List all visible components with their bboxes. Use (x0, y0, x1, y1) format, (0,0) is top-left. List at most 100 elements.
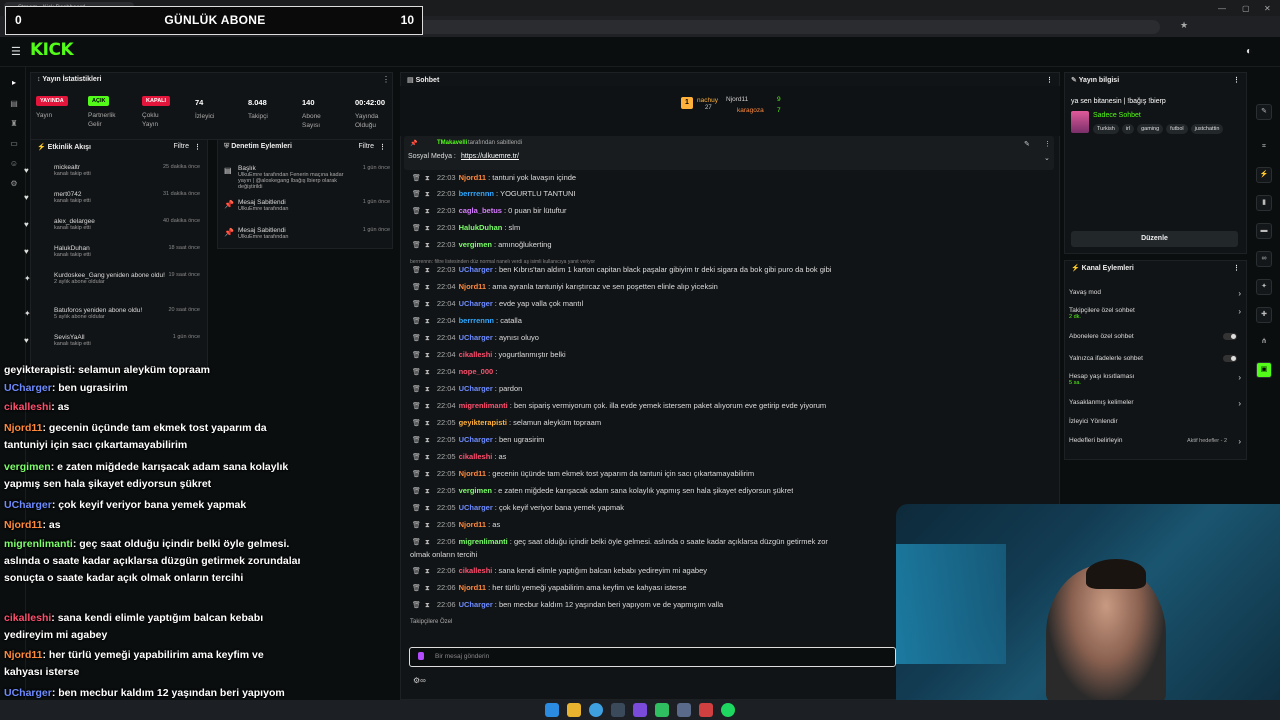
activity-item[interactable]: ♥ alex_delargee kanalı takip etti 40 dakika… (24, 218, 204, 231)
timeout-icon[interactable]: ⧗ (425, 352, 430, 359)
chat-message[interactable]: 🗑 ⧗ 22:04 nope_000: (412, 367, 497, 377)
account-icon[interactable]: ◐ (1246, 46, 1252, 57)
chat-message[interactable]: 🗑 ⧗ 22:03 berrrennn: YOGURTLU TANTUNI (412, 189, 576, 199)
minimize-icon[interactable]: — (1218, 4, 1226, 13)
timeout-icon[interactable]: ⧗ (425, 208, 430, 215)
timeout-icon[interactable]: ⧗ (425, 602, 430, 609)
message-user[interactable]: cagla_betus (459, 206, 502, 215)
bolt-tool-icon[interactable]: ⚡ (1256, 167, 1272, 183)
moderation-more-icon[interactable]: ⋮ (379, 143, 386, 151)
close-window-icon[interactable]: ✕ (1264, 4, 1271, 13)
chat-message[interactable]: 🗑 ⧗ 22:03 UCharger: ben Kıbrıs'tan aldım 1 … (412, 265, 831, 275)
activity-more-icon[interactable]: ⋮ (194, 143, 201, 151)
mic-icon[interactable] (418, 652, 424, 660)
activity-item[interactable]: ♥ HalukDuhan kanalı takip etti 18 saat önce (24, 245, 204, 258)
delete-message-icon[interactable]: 🗑 (412, 284, 421, 291)
chat-message[interactable]: 🗑 ⧗ 22:04 cikalleshi: yogurtlanmıştır belki (412, 350, 566, 360)
channel-action[interactable]: Hesap yaşı kısıtlaması 5 sa. › (1069, 373, 1241, 386)
delete-message-icon[interactable]: 🗑 (412, 267, 421, 274)
delete-message-icon[interactable]: 🗑 (412, 242, 421, 249)
pen-icon[interactable]: ✎ (1256, 104, 1272, 120)
activity-item[interactable]: ♥ mert0742 kanalı takip etti 31 dakika önce (24, 191, 204, 204)
channel-action[interactable]: Yasaklanmış kelimeler › (1069, 399, 1241, 408)
timeout-icon[interactable]: ⧗ (425, 585, 430, 592)
browser-icon[interactable] (589, 703, 603, 717)
timeout-icon[interactable]: ⧗ (425, 420, 430, 427)
activity-item[interactable]: ✦ Batuforos yeniden abone oldu! 5 aylık ab… (24, 307, 204, 320)
timeout-icon[interactable]: ⧗ (425, 284, 430, 291)
edit-button[interactable]: Düzenle (1071, 231, 1238, 247)
bookmark-star-icon[interactable]: ★ (1180, 20, 1188, 31)
chat-more-icon[interactable]: ⋮ (1046, 76, 1053, 84)
timeout-icon[interactable]: ⧗ (425, 505, 430, 512)
toggle-switch[interactable] (1223, 333, 1237, 340)
delete-message-icon[interactable]: 🗑 (412, 420, 421, 427)
wrench-icon[interactable]: ✚ (1256, 307, 1272, 323)
delete-message-icon[interactable]: 🗑 (412, 191, 421, 198)
community-icon[interactable]: ☺ (8, 159, 20, 171)
obs-icon[interactable] (699, 703, 713, 717)
delete-message-icon[interactable]: 🗑 (412, 369, 421, 376)
message-user[interactable]: UCharger (459, 384, 493, 393)
start-icon[interactable] (545, 703, 559, 717)
timeout-icon[interactable]: ⧗ (425, 267, 430, 274)
whatsapp-icon[interactable] (655, 703, 669, 717)
delete-message-icon[interactable]: 🗑 (412, 318, 421, 325)
message-user[interactable]: Njord11 (459, 173, 487, 182)
delete-message-icon[interactable]: 🗑 (412, 301, 421, 308)
delete-message-icon[interactable]: 🗑 (412, 352, 421, 359)
timeout-icon[interactable]: ⧗ (425, 386, 430, 393)
message-user[interactable]: vergimen (459, 486, 492, 495)
message-user[interactable]: cikalleshi (459, 350, 493, 359)
message-user[interactable]: UCharger (459, 600, 493, 609)
star-tool-icon[interactable]: ✦ (1256, 279, 1272, 295)
category-name[interactable]: Sadece Sohbet (1093, 112, 1141, 119)
chat-message[interactable]: 🗑 ⧗ 22:06 migrenlimanti: geç saat olduğu iç… (412, 537, 828, 547)
chat-message[interactable]: 🗑 ⧗ 22:04 UCharger: aynısı oluyo (412, 333, 539, 343)
chat-input[interactable]: Bir mesaj gönderin (409, 647, 896, 667)
timeout-icon[interactable]: ⧗ (425, 175, 430, 182)
chat-message[interactable]: 🗑 ⧗ 22:03 Njord11: tantuni yok lavaşın için… (412, 173, 576, 183)
settings-icon[interactable]: ⚙ (8, 179, 20, 191)
message-user[interactable]: vergimen (459, 240, 492, 249)
message-user[interactable]: nope_000 (459, 367, 494, 376)
menu-icon[interactable]: ☰ (11, 45, 21, 58)
delete-message-icon[interactable]: 🗑 (412, 208, 421, 215)
scan-icon[interactable]: ⌗ (1256, 140, 1272, 156)
delete-message-icon[interactable]: 🗑 (412, 568, 421, 575)
channel-action[interactable]: Abonelere özel sohbet (1069, 333, 1241, 340)
message-user[interactable]: berrrennn (459, 316, 494, 325)
activity-item[interactable]: ♥ mickealtr kanalı takip etti 25 dakika önc… (24, 164, 204, 177)
delete-message-icon[interactable]: 🗑 (412, 602, 421, 609)
message-user[interactable]: migrenlimanti (459, 401, 508, 410)
chat-message[interactable]: 🗑 ⧗ 22:06 Njord11: her türlü yemeği yapabil… (412, 583, 687, 593)
moderation-item[interactable]: ▤ Başlık UlkuEmre tarafından Fenerin maçın… (224, 165, 390, 190)
add-widget-icon[interactable]: ▣ (1256, 362, 1272, 378)
stream-icon[interactable]: ▸ (8, 78, 20, 90)
message-user[interactable]: HalukDuhan (459, 223, 503, 232)
delete-message-icon[interactable]: 🗑 (412, 225, 421, 232)
activity-item[interactable]: ♥ SevisYaAll kanalı takip etti 1 gün önce (24, 334, 204, 347)
message-user[interactable]: Njord11 (459, 520, 487, 529)
message-user[interactable]: Njord11 (459, 282, 487, 291)
toggle-switch[interactable] (1223, 355, 1237, 362)
timeout-icon[interactable]: ⧗ (425, 568, 430, 575)
delete-message-icon[interactable]: 🗑 (412, 539, 421, 546)
actions-more-icon[interactable]: ⋮ (1233, 264, 1240, 272)
timeout-icon[interactable]: ⧗ (425, 191, 430, 198)
channel-action[interactable]: Yavaş mod › (1069, 289, 1241, 298)
timer-icon[interactable]: ▮ (1256, 195, 1272, 211)
delete-message-icon[interactable]: 🗑 (412, 437, 421, 444)
expand-pinned-icon[interactable]: ⌄ (1044, 154, 1050, 162)
kick-logo[interactable]: KICK (30, 40, 74, 60)
timeout-icon[interactable]: ⧗ (425, 454, 430, 461)
share-icon[interactable]: ⋔ (1256, 335, 1272, 351)
chat-message[interactable]: 🗑 ⧗ 22:03 HalukDuhan: slm (412, 223, 520, 233)
timeout-icon[interactable]: ⧗ (425, 403, 430, 410)
top-user-1[interactable]: nachuy (697, 97, 718, 104)
message-user[interactable]: Njord11 (459, 469, 487, 478)
chat-message[interactable]: 🗑 ⧗ 22:04 migrenlimanti: ben sipariş vermiy… (412, 401, 826, 411)
chat-message[interactable]: 🗑 ⧗ 22:05 UCharger: ben ugrasirim (412, 435, 544, 445)
app-icon[interactable] (633, 703, 647, 717)
chat-message[interactable]: 🗑 ⧗ 22:05 UCharger: çok keyif veriyor bana … (412, 503, 624, 513)
